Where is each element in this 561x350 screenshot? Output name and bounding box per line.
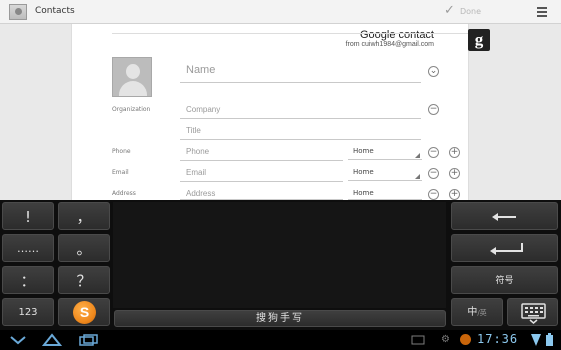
system-bar: ⚙ 17:36 bbox=[0, 330, 561, 350]
keyboard-icon bbox=[521, 303, 546, 324]
sogou-status-icon bbox=[460, 334, 471, 345]
address-type-select[interactable]: Home bbox=[348, 189, 422, 200]
sogou-logo-icon: S bbox=[73, 301, 96, 324]
email-field[interactable]: Email bbox=[180, 166, 343, 182]
clock: 17:36 bbox=[477, 332, 519, 346]
done-label: Done bbox=[460, 7, 482, 16]
question-key[interactable]: ？ bbox=[58, 266, 110, 294]
ellipsis-key[interactable]: …… bbox=[2, 234, 54, 262]
avatar-body-icon bbox=[119, 81, 147, 96]
avatar-head-icon bbox=[126, 64, 140, 79]
backspace-key[interactable] bbox=[451, 202, 558, 230]
dropdown-arrow-icon bbox=[415, 174, 420, 179]
menu-line-icon bbox=[537, 11, 547, 13]
menu-line-icon bbox=[537, 15, 547, 17]
add-address-icon[interactable]: + bbox=[449, 189, 460, 200]
recent-apps-icon[interactable] bbox=[79, 334, 99, 346]
enter-key[interactable] bbox=[451, 234, 558, 262]
space-key[interactable]: 搜狗手写 bbox=[114, 310, 446, 327]
expand-name-icon[interactable]: ⌄ bbox=[428, 66, 439, 77]
account-type: Google contact bbox=[360, 29, 434, 41]
wifi-icon bbox=[531, 334, 541, 346]
dropdown-arrow-icon bbox=[415, 153, 420, 158]
ime-switch-key[interactable]: S bbox=[58, 298, 110, 326]
android-debug-icon: ⚙ bbox=[441, 334, 450, 345]
handwriting-keyboard: ! ， …… 。 ： ？ 123 S 搜狗手写 符号 中/英 bbox=[0, 200, 561, 330]
organization-label: Organization bbox=[112, 106, 151, 113]
address-label: Address bbox=[112, 190, 136, 197]
contacts-app-icon[interactable] bbox=[9, 4, 27, 20]
remove-email-icon[interactable]: − bbox=[428, 168, 439, 179]
account-email: from cuiwh1984@gmail.com bbox=[345, 41, 434, 48]
title-field[interactable]: Title bbox=[180, 124, 421, 140]
phone-label: Phone bbox=[112, 148, 131, 155]
numbers-key[interactable]: 123 bbox=[2, 298, 54, 326]
enter-arrow-icon bbox=[490, 243, 523, 255]
remove-organization-icon[interactable]: − bbox=[428, 104, 439, 115]
company-field[interactable]: Company bbox=[180, 103, 421, 119]
google-account-icon: g bbox=[468, 29, 490, 51]
symbols-key[interactable]: 符号 bbox=[451, 266, 558, 294]
app-title: Contacts bbox=[35, 6, 75, 16]
contact-photo[interactable] bbox=[112, 57, 152, 97]
backspace-arrow-icon bbox=[492, 213, 516, 221]
action-bar: Contacts ✓ Done bbox=[0, 0, 561, 24]
email-label: Email bbox=[112, 169, 129, 176]
exclaim-key[interactable]: ! bbox=[2, 202, 54, 230]
add-email-icon[interactable]: + bbox=[449, 168, 460, 179]
phone-type-select[interactable]: Home bbox=[348, 147, 422, 160]
handwriting-area[interactable] bbox=[113, 202, 446, 308]
back-down-icon[interactable] bbox=[9, 335, 27, 345]
language-toggle-key[interactable]: 中/英 bbox=[451, 298, 503, 326]
colon-key[interactable]: ： bbox=[2, 266, 54, 294]
home-icon[interactable] bbox=[42, 333, 62, 346]
header-divider bbox=[112, 33, 468, 34]
comma-key[interactable]: ， bbox=[58, 202, 110, 230]
menu-line-icon bbox=[537, 7, 547, 9]
phone-field[interactable]: Phone bbox=[180, 145, 343, 161]
keyboard-status-icon bbox=[411, 335, 425, 345]
email-type-select[interactable]: Home bbox=[348, 168, 422, 181]
remove-address-icon[interactable]: − bbox=[428, 189, 439, 200]
add-phone-icon[interactable]: + bbox=[449, 147, 460, 158]
period-key[interactable]: 。 bbox=[58, 234, 110, 262]
overflow-menu-button[interactable] bbox=[534, 4, 550, 20]
name-field[interactable]: Name bbox=[180, 64, 421, 83]
done-button[interactable]: ✓ Done bbox=[440, 3, 515, 21]
address-field[interactable]: Address bbox=[180, 187, 343, 200]
remove-phone-icon[interactable]: − bbox=[428, 147, 439, 158]
checkmark-icon: ✓ bbox=[444, 3, 455, 18]
battery-icon bbox=[546, 333, 553, 346]
hide-keyboard-key[interactable] bbox=[507, 298, 558, 326]
